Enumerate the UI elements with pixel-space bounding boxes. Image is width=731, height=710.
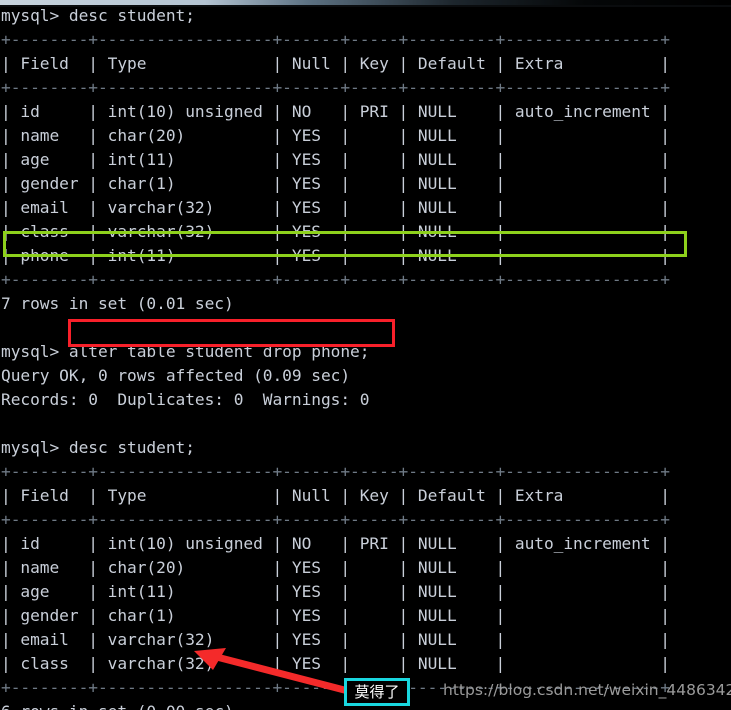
console-line: mysql> desc student; bbox=[1, 6, 195, 25]
console-output[interactable]: mysql> desc student; +--------+----------… bbox=[0, 4, 731, 710]
console-line: | name | char(20) | YES | | NULL | | bbox=[1, 126, 671, 145]
terminal-window[interactable]: mysql> desc student; +--------+----------… bbox=[0, 0, 731, 710]
console-line: | name | char(20) | YES | | NULL | | bbox=[1, 558, 671, 577]
console-line: mysql> desc student; bbox=[1, 438, 195, 457]
console-line: mysql> alter table student drop phone; bbox=[1, 342, 370, 361]
console-line: | email | varchar(32) | YES | | NULL | | bbox=[1, 198, 671, 217]
console-line: | email | varchar(32) | YES | | NULL | | bbox=[1, 630, 671, 649]
console-line: | age | int(11) | YES | | NULL | | bbox=[1, 150, 671, 169]
console-line: +--------+------------------+------+----… bbox=[1, 78, 671, 97]
console-line: Query OK, 0 rows affected (0.09 sec) bbox=[1, 366, 351, 385]
annotation-note-box: 莫得了 bbox=[344, 678, 410, 706]
blog-watermark: https://blog.csdn.net/weixin_44863429 bbox=[443, 681, 731, 699]
console-line: | age | int(11) | YES | | NULL | | bbox=[1, 582, 671, 601]
console-line: | gender | char(1) | YES | | NULL | | bbox=[1, 174, 671, 193]
console-line: +--------+------------------+------+----… bbox=[1, 510, 671, 529]
console-line: | gender | char(1) | YES | | NULL | | bbox=[1, 606, 671, 625]
console-line: | class | varchar(32) | YES | | NULL | | bbox=[1, 654, 671, 673]
console-line: Records: 0 Duplicates: 0 Warnings: 0 bbox=[1, 390, 370, 409]
console-line: | id | int(10) unsigned | NO | PRI | NUL… bbox=[1, 102, 671, 121]
console-line: +--------+------------------+------+----… bbox=[1, 30, 671, 49]
console-line: | id | int(10) unsigned | NO | PRI | NUL… bbox=[1, 534, 671, 553]
console-line: | Field | Type | Null | Key | Default | … bbox=[1, 54, 671, 73]
console-line: | class | varchar(32) | YES | | NULL | | bbox=[1, 222, 671, 241]
console-line: +--------+------------------+------+----… bbox=[1, 462, 671, 481]
annotation-note-text: 莫得了 bbox=[354, 683, 400, 701]
console-line: | Field | Type | Null | Key | Default | … bbox=[1, 486, 671, 505]
console-line: | phone | int(11) | YES | | NULL | | bbox=[1, 246, 671, 265]
console-line: 7 rows in set (0.01 sec) bbox=[1, 294, 234, 313]
console-line: +--------+------------------+------+----… bbox=[1, 270, 671, 289]
